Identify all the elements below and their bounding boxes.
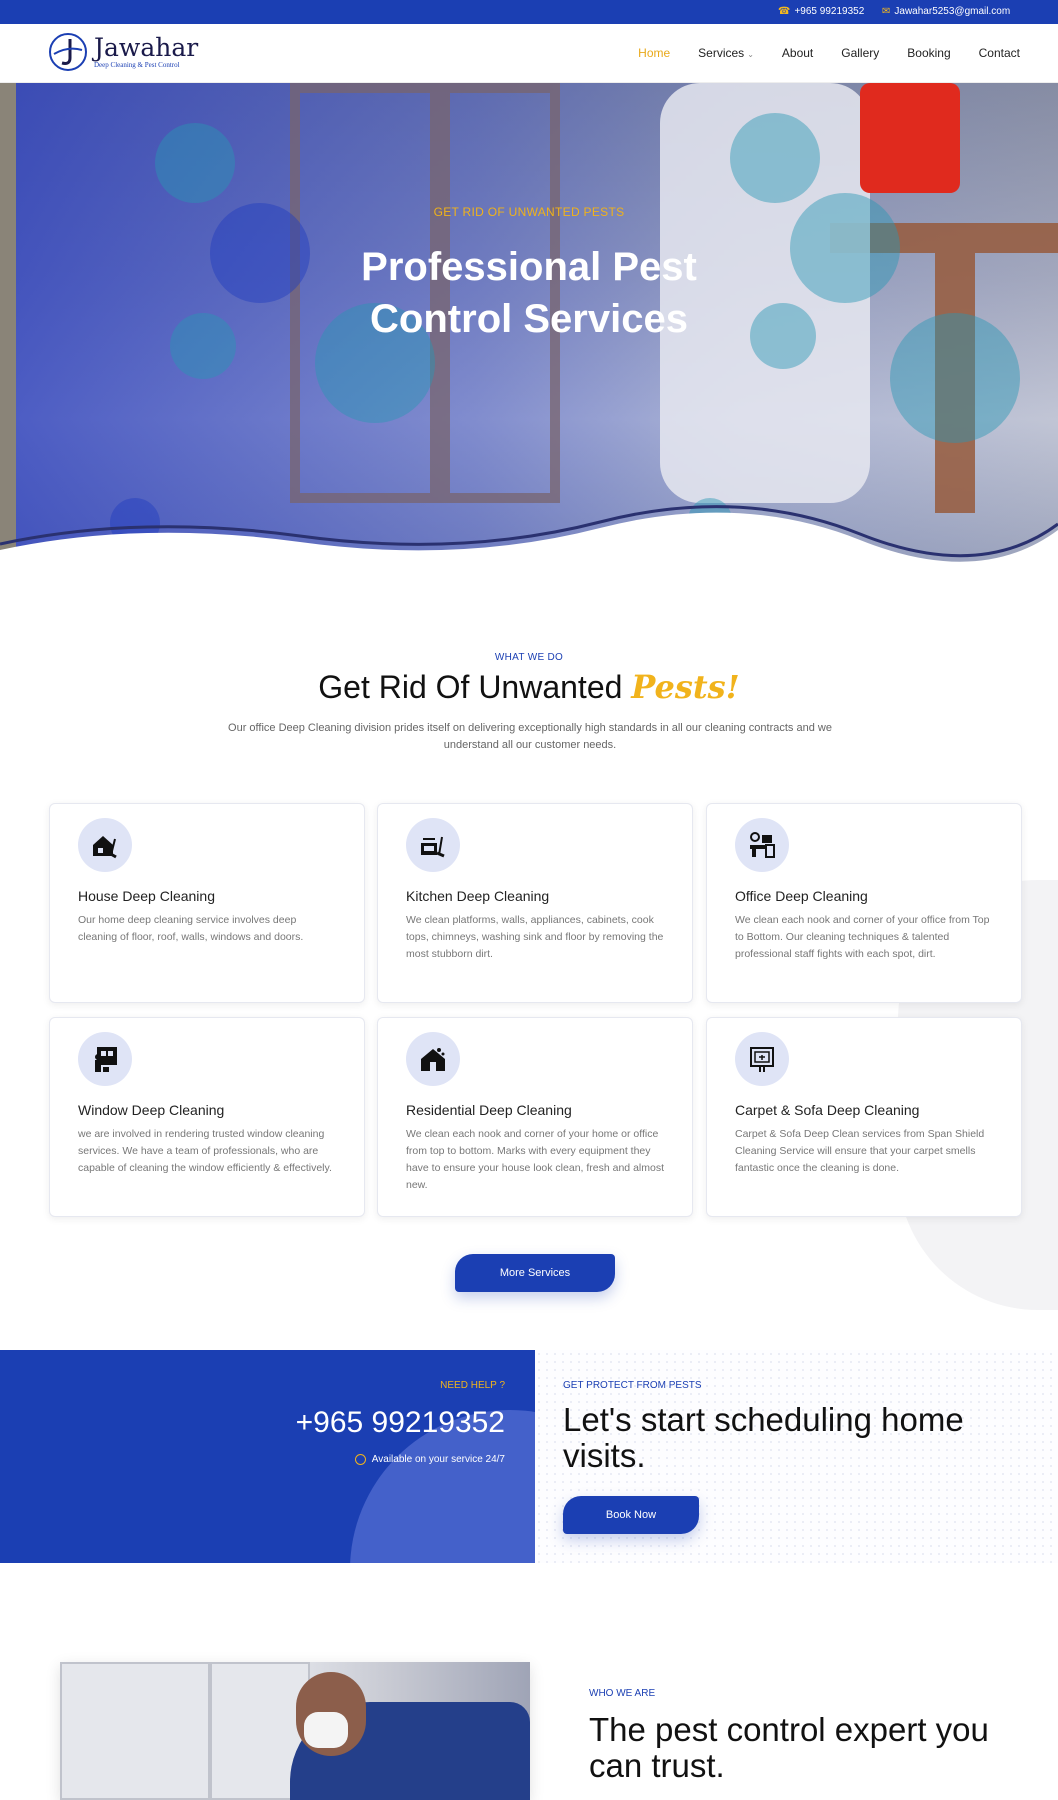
service-text: We clean each nook and corner of your ho… (406, 1128, 664, 1191)
envelope-icon: ✉ (882, 6, 891, 17)
hero-bubble (730, 113, 820, 203)
service-title: Residential Deep Cleaning (406, 1102, 572, 1118)
need-help-panel: NEED HELP ? +965 99219352 Available on y… (0, 1350, 535, 1563)
who-we-are-photo (60, 1662, 530, 1800)
help-availability-text: Available on your service 24/7 (371, 1454, 505, 1465)
hero-bubble (155, 123, 235, 203)
photo-worker-mask-graphic (304, 1712, 348, 1748)
topbar-email[interactable]: ✉ Jawahar5253@gmail.com (882, 6, 1010, 17)
nav-contact[interactable]: Contact (979, 46, 1020, 60)
more-services-button[interactable]: More Services (455, 1254, 615, 1292)
nav-gallery[interactable]: Gallery (841, 46, 879, 60)
help-availability: Available on your service 24/7 (354, 1454, 505, 1465)
service-text: Carpet & Sofa Deep Clean services from S… (735, 1128, 985, 1174)
schedule-panel: GET PROTECT FROM PESTS Let's start sched… (535, 1350, 1058, 1563)
service-card[interactable]: Office Deep Cleaning We clean each nook … (706, 803, 1022, 1003)
hero-title-line1: Professional Pest (361, 245, 697, 289)
service-card[interactable]: Kitchen Deep Cleaning We clean platforms… (377, 803, 693, 1003)
nav-booking[interactable]: Booking (907, 46, 950, 60)
service-card[interactable]: Window Deep Cleaning we are involved in … (49, 1017, 365, 1217)
service-text: We clean each nook and corner of your of… (735, 914, 990, 960)
service-title: Carpet & Sofa Deep Cleaning (735, 1102, 920, 1118)
what-we-do-title-text: Get Rid Of Unwanted (318, 669, 623, 705)
topbar-phone[interactable]: ☎ +965 99219352 (778, 6, 864, 17)
chevron-down-icon: ⌄ (747, 50, 754, 59)
who-we-are-title: The pest control expert you can trust. (589, 1711, 989, 1784)
logo-name: Jawahar (94, 33, 199, 62)
service-card[interactable]: House Deep Cleaning Our home deep cleani… (49, 803, 365, 1003)
house-cleaning-icon (78, 818, 132, 872)
photo-cabinet-graphic (60, 1662, 210, 1800)
window-cleaning-icon (78, 1032, 132, 1086)
what-we-do-kicker: WHAT WE DO (494, 652, 564, 663)
service-title: Window Deep Cleaning (78, 1102, 225, 1118)
service-text: We clean platforms, walls, appliances, c… (406, 914, 664, 960)
service-title: House Deep Cleaning (78, 888, 215, 904)
what-we-do-title: Get Rid Of Unwanted Pests! (0, 668, 1058, 706)
nav-menu: Home Services ⌄ About Gallery Booking Con… (638, 46, 1020, 60)
residential-cleaning-icon (406, 1032, 460, 1086)
hero-sprayer-graphic (860, 83, 960, 193)
service-card[interactable]: Residential Deep Cleaning We clean each … (377, 1017, 693, 1217)
phone-icon: ☎ (778, 6, 791, 17)
service-title: Office Deep Cleaning (735, 888, 868, 904)
hero-banner: GET RID OF UNWANTED PESTS Professional P… (0, 83, 1058, 563)
office-cleaning-icon (735, 818, 789, 872)
help-phone-number[interactable]: +965 99219352 (296, 1406, 505, 1440)
carpet-sofa-cleaning-icon (735, 1032, 789, 1086)
clock-icon (354, 1454, 366, 1465)
book-now-button[interactable]: Book Now (563, 1496, 699, 1534)
nav-services-label: Services (698, 46, 745, 60)
topbar-email-text: Jawahar5253@gmail.com (894, 6, 1011, 17)
what-we-do-title-accent: Pests! (631, 668, 740, 706)
nav-services[interactable]: Services ⌄ (698, 46, 754, 60)
nav-home[interactable]: Home (638, 46, 670, 60)
service-text: we are involved in rendering trusted win… (78, 1128, 332, 1174)
topbar-phone-text: +965 99219352 (794, 6, 865, 17)
top-contact-bar: ☎ +965 99219352 ✉ Jawahar5253@gmail.com (0, 0, 1058, 24)
what-we-do-description: Our office Deep Cleaning division prides… (228, 722, 832, 751)
logo-tagline: Deep Cleaning & Pest Control (94, 61, 180, 69)
hero-title-line2: Control Services (370, 297, 688, 341)
hero-title: Professional Pest Control Services (0, 241, 1058, 345)
need-help-kicker: NEED HELP ? (440, 1380, 505, 1391)
schedule-title: Let's start scheduling home visits. (563, 1401, 964, 1474)
service-text: Our home deep cleaning service involves … (78, 914, 304, 943)
who-we-are-kicker: WHO WE ARE (589, 1688, 656, 1699)
nav-about[interactable]: About (782, 46, 813, 60)
schedule-kicker: GET PROTECT FROM PESTS (563, 1380, 702, 1391)
service-title: Kitchen Deep Cleaning (406, 888, 550, 904)
service-card[interactable]: Carpet & Sofa Deep Cleaning Carpet & Sof… (706, 1017, 1022, 1217)
hero-wave-divider (0, 505, 1058, 580)
logo-icon (49, 33, 87, 71)
main-navbar: Jawahar Deep Cleaning & Pest Control Hom… (0, 24, 1058, 83)
site-logo[interactable]: Jawahar Deep Cleaning & Pest Control (48, 32, 198, 72)
kitchen-cleaning-icon (406, 818, 460, 872)
hero-subtitle: GET RID OF UNWANTED PESTS (433, 205, 625, 219)
